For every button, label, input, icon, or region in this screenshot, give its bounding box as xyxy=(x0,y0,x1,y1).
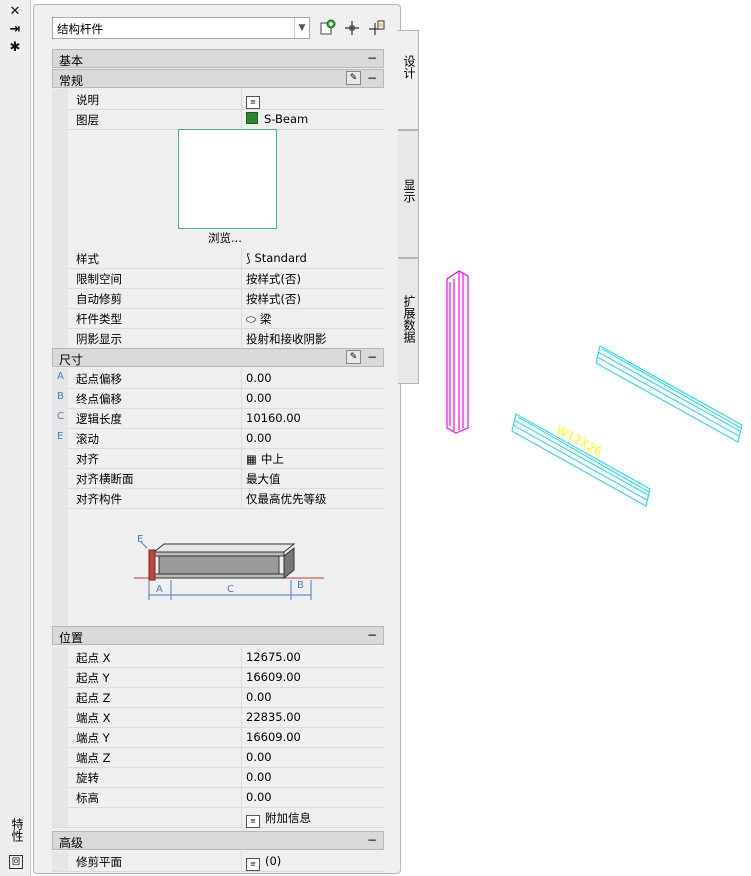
row-description[interactable]: 说明 ≡ xyxy=(52,89,384,110)
palette-title: 特性 xyxy=(10,818,24,842)
row-autotrim[interactable]: 自动修剪 按样式(否) xyxy=(52,288,384,309)
beam-illustration: E A C B xyxy=(134,534,324,600)
section-general[interactable]: 常规 ✎ − xyxy=(52,69,384,88)
beam-tag: W12X26 xyxy=(554,422,605,459)
row-constrain[interactable]: 限制空间 按样式(否) xyxy=(52,268,384,289)
object-type-value: 结构杆件 xyxy=(57,22,103,36)
object-type-dropdown[interactable]: 结构杆件 ▼ xyxy=(52,17,310,39)
section-title: 高级 xyxy=(59,836,84,850)
row-justify-section[interactable]: 对齐横断面 最大值 xyxy=(52,468,384,489)
section-location[interactable]: 位置 − xyxy=(52,626,384,645)
row-end-x[interactable]: 端点 X 22835.00 xyxy=(52,707,384,728)
section-dimensions[interactable]: 尺寸 ✎ − xyxy=(52,348,384,367)
section-title: 尺寸 xyxy=(59,353,84,367)
tab-display[interactable]: 显示 xyxy=(398,130,419,258)
row-justify-members[interactable]: 对齐构件 仅最高优先等级 xyxy=(52,488,384,509)
tab-design[interactable]: 设计 xyxy=(398,30,419,130)
row-start-y[interactable]: 起点 Y 16609.00 xyxy=(52,667,384,688)
row-member-type[interactable]: 杆件类型 ⬭ 梁 xyxy=(52,308,384,329)
beam-member[interactable] xyxy=(511,413,651,507)
additional-info-link[interactable]: 附加信息 xyxy=(265,811,311,825)
worksheet-icon[interactable]: ≡ xyxy=(246,96,260,109)
display-settings-icon[interactable]: ✎ xyxy=(346,350,361,364)
row-end-z[interactable]: 端点 Z 0.00 xyxy=(52,747,384,768)
selected-member[interactable] xyxy=(446,270,469,434)
close-icon[interactable]: ✕ xyxy=(8,5,22,19)
beam-member[interactable] xyxy=(595,345,743,443)
worksheet-icon[interactable]: ≡ xyxy=(246,858,260,871)
row-layer[interactable]: 图层 S-Beam xyxy=(52,109,384,130)
quick-select-icon[interactable] xyxy=(319,19,337,37)
autohide-icon[interactable]: ⇥ xyxy=(8,23,22,37)
row-logical-length[interactable]: C 逻辑长度 10160.00 xyxy=(52,408,384,429)
palette-footer-icon[interactable]: 回 xyxy=(9,855,23,869)
row-trim-planes[interactable]: 修剪平面 ≡ (0) xyxy=(52,851,384,872)
row-roll[interactable]: E 滚动 0.00 xyxy=(52,428,384,449)
row-end-y[interactable]: 端点 Y 16609.00 xyxy=(52,727,384,748)
palette-titlebar: ✕ ⇥ ✱ 特性 回 xyxy=(0,0,31,876)
row-justify[interactable]: 对齐 ▦ 中上 xyxy=(52,448,384,469)
style-icon: ⟆ xyxy=(246,251,251,265)
browse-link[interactable]: 浏览... xyxy=(208,230,242,246)
style-preview[interactable] xyxy=(178,129,277,229)
justify-grid-icon: ▦ xyxy=(246,452,257,466)
section-basic[interactable]: 基本 − xyxy=(52,49,384,68)
collapse-icon[interactable]: − xyxy=(367,628,377,642)
beam-icon: ⬭ xyxy=(246,312,256,326)
layer-color-swatch xyxy=(246,112,258,124)
row-elevation[interactable]: 标高 0.00 xyxy=(52,787,384,808)
row-rotation[interactable]: 旋转 0.00 xyxy=(52,767,384,788)
chevron-down-icon[interactable]: ▼ xyxy=(294,18,309,38)
row-end-offset[interactable]: B 终点偏移 0.00 xyxy=(52,388,384,409)
collapse-icon[interactable]: − xyxy=(367,350,377,364)
pickadd-icon[interactable] xyxy=(368,19,386,37)
dim-letter-a: A xyxy=(156,584,163,595)
section-advanced[interactable]: 高级 − xyxy=(52,831,384,850)
row-start-z[interactable]: 起点 Z 0.00 xyxy=(52,687,384,708)
section-title: 常规 xyxy=(59,74,84,88)
dim-letter-e: E xyxy=(137,534,143,545)
dim-letter-c: C xyxy=(227,584,234,595)
drawing-canvas[interactable]: W12X26 xyxy=(420,0,751,876)
row-start-offset[interactable]: A 起点偏移 0.00 xyxy=(52,368,384,389)
section-title: 基本 xyxy=(59,54,84,68)
collapse-icon[interactable]: − xyxy=(367,71,377,85)
row-style[interactable]: 样式 ⟆ Standard xyxy=(52,248,384,269)
properties-panel: 结构杆件 ▼ 基本 − 常规 ✎ − 说明 ≡ 图层 S-Beam 浏览... … xyxy=(33,4,401,874)
worksheet-icon[interactable]: ≡ xyxy=(246,815,260,828)
properties-options-icon[interactable]: ✱ xyxy=(8,41,22,55)
select-objects-icon[interactable] xyxy=(343,19,361,37)
dim-letter-b: B xyxy=(297,580,304,591)
collapse-icon[interactable]: − xyxy=(367,833,377,847)
collapse-icon[interactable]: − xyxy=(367,51,377,65)
display-settings-icon[interactable]: ✎ xyxy=(346,71,361,85)
row-start-x[interactable]: 起点 X 12675.00 xyxy=(52,647,384,668)
row-additional-info[interactable]: ≡ 附加信息 xyxy=(52,807,384,828)
row-shadow[interactable]: 阴影显示 投射和接收阴影 xyxy=(52,328,384,349)
section-title: 位置 xyxy=(59,631,84,645)
tab-extended-data[interactable]: 扩展数据 xyxy=(398,258,419,384)
